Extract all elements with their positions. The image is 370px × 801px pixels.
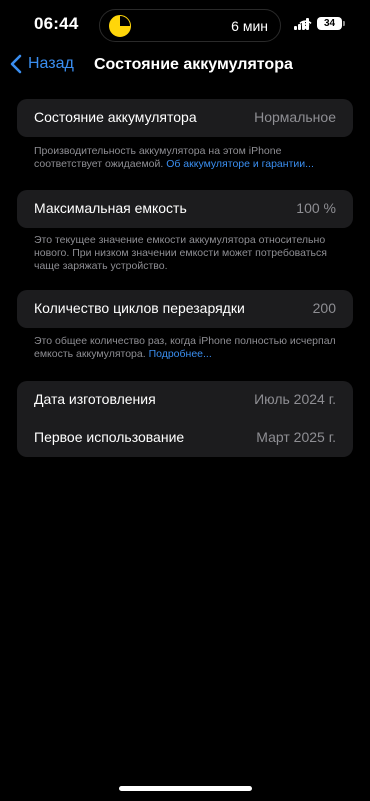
home-indicator[interactable]	[119, 786, 252, 791]
max-capacity-card: Максимальная емкость 100 %	[17, 190, 353, 228]
max-capacity-note: Это текущее значение емкости аккумулятор…	[34, 234, 327, 272]
page-title: Состояние аккумулятора	[94, 56, 293, 73]
charge-cycles-note: Это общее количество раз, когда iPhone п…	[34, 335, 344, 361]
status-time: 06:44	[34, 14, 79, 33]
battery-health-screen: 06:44 6 мин 34 Назад Состояние аккумулят…	[0, 0, 370, 801]
chevron-left-icon	[10, 54, 22, 74]
charge-cycles-value: 200	[312, 300, 336, 316]
max-capacity-label: Максимальная емкость	[34, 200, 187, 216]
battery-health-row: Состояние аккумулятора Нормальное	[17, 99, 353, 137]
navigation-bar: Назад Состояние аккумулятора	[0, 50, 370, 82]
manufacture-date-label: Дата изготовления	[34, 391, 156, 407]
learn-more-link[interactable]: Подробнее...	[149, 348, 212, 360]
battery-icon: 34	[317, 17, 345, 30]
status-bar: 06:44 6 мин 34	[0, 0, 370, 50]
dates-card: Дата изготовления Июль 2024 г. Первое ис…	[17, 381, 353, 457]
charge-cycles-card: Количество циклов перезарядки 200	[17, 290, 353, 328]
first-use-value: Март 2025 г.	[256, 429, 336, 445]
battery-health-label: Состояние аккумулятора	[34, 109, 197, 125]
charge-cycles-label: Количество циклов перезарядки	[34, 300, 245, 316]
battery-warranty-link[interactable]: Об аккумуляторе и гарантии...	[166, 158, 314, 170]
manufacture-date-value: Июль 2024 г.	[254, 391, 336, 407]
max-capacity-row: Максимальная емкость 100 %	[17, 190, 353, 228]
battery-health-card: Состояние аккумулятора Нормальное	[17, 99, 353, 137]
dynamic-island[interactable]: 6 мин	[99, 9, 281, 42]
max-capacity-value: 100 %	[296, 200, 336, 216]
battery-health-note: Производительность аккумулятора на этом …	[34, 145, 344, 171]
wifi-icon	[299, 20, 312, 30]
manufacture-date-row: Дата изготовления Июль 2024 г.	[17, 381, 353, 419]
timer-icon	[109, 15, 131, 37]
battery-health-value: Нормальное	[254, 109, 336, 125]
island-timer-text: 6 мин	[231, 18, 268, 34]
charge-cycles-row: Количество циклов перезарядки 200	[17, 290, 353, 328]
back-label: Назад	[28, 55, 74, 72]
back-button[interactable]: Назад	[10, 54, 74, 74]
first-use-label: Первое использование	[34, 429, 185, 445]
first-use-row: Первое использование Март 2025 г.	[17, 419, 353, 457]
